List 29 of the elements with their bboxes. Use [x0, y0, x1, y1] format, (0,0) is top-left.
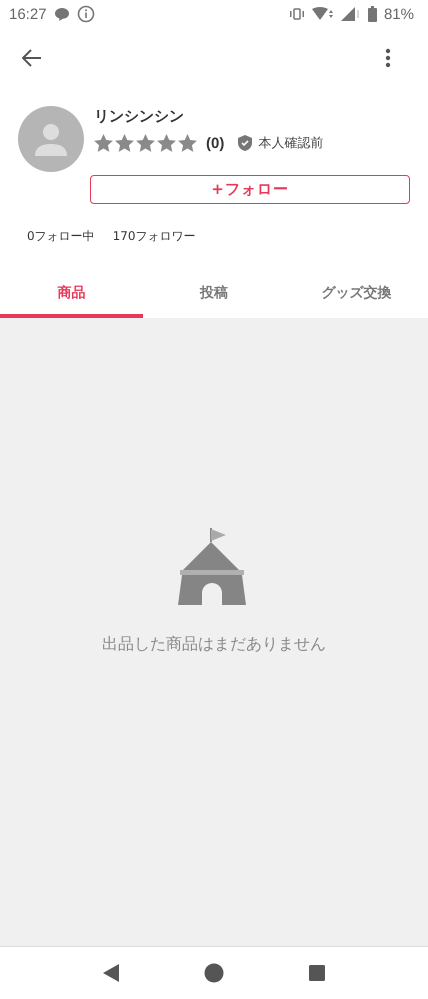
avatar-icon [18, 106, 84, 172]
battery-icon [368, 6, 377, 22]
wifi-icon [312, 7, 334, 21]
back-arrow-icon[interactable] [22, 49, 42, 67]
star-icon [178, 134, 197, 152]
empty-message: 出品した商品はまだありません [102, 634, 326, 655]
user-name: リンシンシン [94, 107, 185, 126]
chat-bubble-icon [54, 6, 70, 22]
tab[interactable]: グッズ交換 [285, 272, 428, 318]
star-icon [94, 134, 113, 152]
star-icon [115, 134, 134, 152]
shield-check-icon [238, 135, 252, 151]
home-circle-icon[interactable] [204, 963, 224, 983]
recents-square-icon[interactable] [309, 965, 326, 981]
tab[interactable]: 投稿 [142, 272, 286, 318]
following-count[interactable]: 0フォロー中 [27, 228, 95, 245]
info-icon [76, 5, 95, 23]
status-time: 16:27 [9, 6, 47, 22]
follow-button[interactable]: +フォロー [90, 175, 410, 204]
battery-percentage: 81% [384, 6, 414, 22]
follower-count[interactable]: 170フォロワー [112, 228, 196, 245]
signal-icon [340, 7, 361, 21]
verification-status: 本人確認前 [258, 135, 324, 152]
review-count: (0) [206, 134, 224, 152]
back-triangle-icon[interactable] [102, 964, 119, 982]
vibrate-icon [288, 8, 305, 20]
star-icon [157, 134, 176, 152]
star-icon [136, 134, 155, 152]
more-menu-icon[interactable] [385, 48, 391, 68]
